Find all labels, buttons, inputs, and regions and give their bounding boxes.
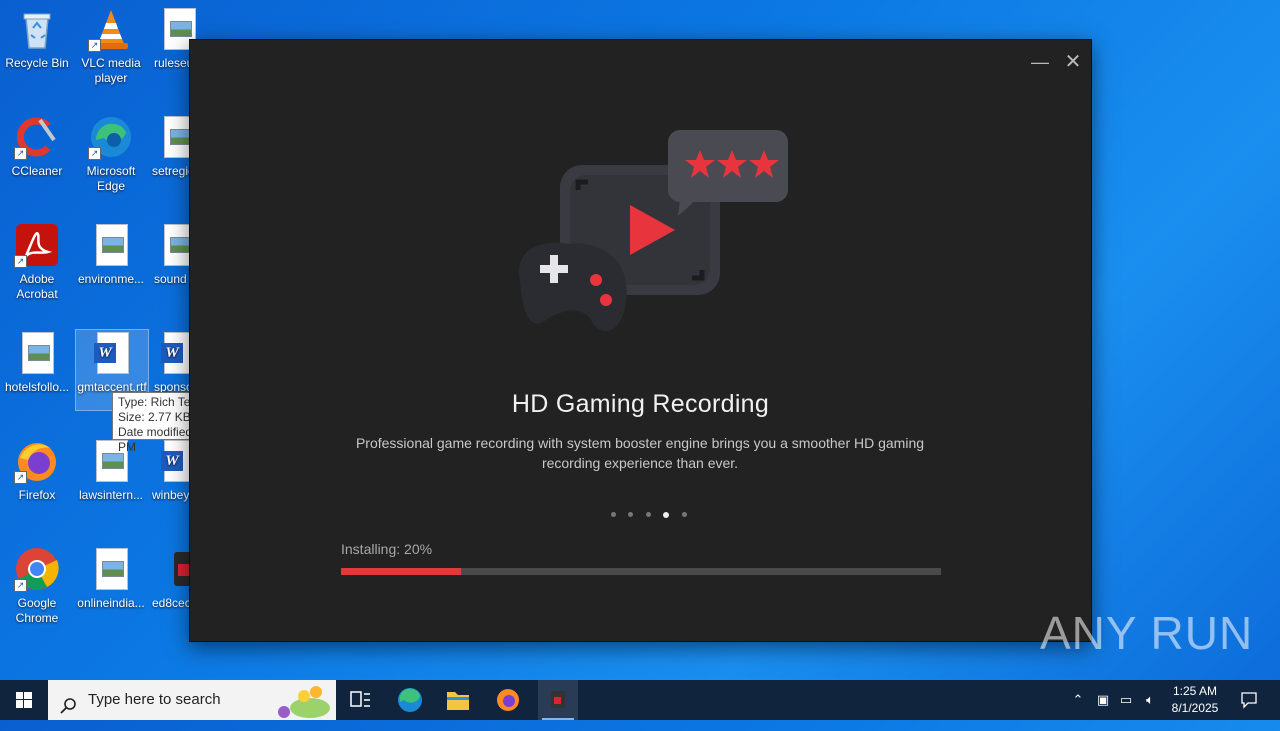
volume-icon[interactable]: 🔈︎: [1142, 692, 1158, 708]
icon-label: Google Chrome: [15, 596, 59, 625]
gaming-illustration: [510, 120, 790, 350]
desktop-icon-edge[interactable]: ↗ Microsoft Edge: [75, 114, 147, 194]
desktop-icon-vlc[interactable]: ↗ VLC media player: [75, 6, 147, 86]
shortcut-arrow-icon: ↗: [14, 147, 27, 160]
desktop-icon-acrobat[interactable]: ↗ Adobe Acrobat: [1, 222, 73, 302]
icon-label: hotelsfollo...: [4, 380, 70, 394]
shortcut-arrow-icon: ↗: [14, 471, 27, 484]
progress-bar-fill: [341, 568, 461, 575]
icon-label: ruleseu: [154, 56, 194, 70]
taskbar-file-explorer[interactable]: [434, 680, 482, 720]
windows-logo-icon: [16, 692, 32, 708]
feature-description: Professional game recording with system …: [355, 435, 925, 471]
word-document-icon: W: [89, 330, 135, 376]
search-placeholder: Type here to search: [88, 691, 221, 708]
system-clock[interactable]: 1:25 AM 8/1/2025: [1160, 683, 1230, 717]
network-icon[interactable]: ▭: [1118, 692, 1134, 708]
shortcut-arrow-icon: ↗: [14, 579, 27, 592]
progress-bar: [341, 568, 941, 575]
close-icon[interactable]: ✕: [1063, 52, 1083, 72]
carousel-dot[interactable]: [628, 512, 634, 518]
carousel-dot[interactable]: [645, 512, 651, 518]
device-icon[interactable]: ▣: [1095, 692, 1111, 708]
icon-label: ed8cec: [152, 596, 191, 610]
carousel-dot[interactable]: [681, 512, 687, 518]
shortcut-arrow-icon: ↗: [14, 255, 27, 268]
desktop-icon-chrome[interactable]: ↗ Google Chrome: [1, 546, 73, 626]
firefox-icon: ↗: [14, 438, 60, 484]
folder-icon: [447, 692, 469, 710]
minimize-icon[interactable]: —: [1030, 53, 1050, 71]
ccleaner-icon: ↗: [14, 114, 60, 160]
desktop-icon-firefox[interactable]: ↗ Firefox: [1, 438, 73, 503]
progress-label: Installing: 20%: [341, 541, 433, 557]
icon-label: Microsoft Edge: [86, 164, 136, 193]
notification-icon[interactable]: [1240, 691, 1258, 709]
anyrun-watermark: ANY RUN: [1040, 607, 1254, 659]
clock-date: 8/1/2025: [1171, 701, 1219, 715]
chevron-up-icon[interactable]: ⌃: [1070, 692, 1086, 708]
desktop-icon-hotelsfollo[interactable]: hotelsfollo...: [1, 330, 73, 395]
taskbar-search[interactable]: Type here to search: [48, 680, 336, 720]
document-icon: [14, 330, 60, 376]
adobe-acrobat-icon: ↗: [14, 222, 60, 268]
start-button[interactable]: [0, 680, 48, 720]
taskbar-firefox[interactable]: [484, 680, 532, 720]
carousel-dots: [611, 506, 695, 518]
desktop-icon-ccleaner[interactable]: ↗ CCleaner: [1, 114, 73, 179]
task-view-icon: [350, 691, 370, 707]
gaming-recorder-icon: [551, 691, 565, 708]
carousel-dot[interactable]: [611, 512, 616, 518]
icon-label: lawsintern...: [78, 488, 144, 502]
chrome-icon: ↗: [14, 546, 60, 592]
desktop-icon-onlineindia[interactable]: onlineindia...: [75, 546, 147, 611]
firefox-icon: [497, 689, 519, 711]
taskbar-installer-app[interactable]: [538, 680, 578, 720]
desktop-icon-recycle-bin[interactable]: Recycle Bin: [1, 6, 73, 71]
icon-label: winbey: [152, 488, 190, 502]
icon-label: Adobe Acrobat: [16, 272, 58, 301]
vlc-cone-icon: ↗: [88, 6, 134, 52]
carousel-dot-active[interactable]: [663, 511, 670, 518]
search-icon: [60, 691, 78, 731]
feature-title: HD Gaming Recording: [511, 390, 770, 418]
document-icon: [88, 222, 134, 268]
icon-label: sound: [154, 272, 187, 286]
shortcut-arrow-icon: ↗: [88, 39, 101, 52]
taskbar: Type here to search ⌃ ▣ ▭ 🔈︎ 1:25 AM 8/1…: [0, 680, 1280, 720]
icon-label: VLC media player: [81, 56, 141, 85]
icon-label: environme...: [77, 272, 145, 286]
shortcut-arrow-icon: ↗: [88, 147, 101, 160]
installer-window: — ✕ HD Gaming Recording Professional gam…: [189, 39, 1092, 642]
task-view-button[interactable]: [336, 680, 384, 720]
search-highlight-flowers-icon: [278, 686, 330, 718]
edge-icon: [398, 688, 422, 712]
desktop-icon-environme[interactable]: environme...: [75, 222, 147, 287]
clock-time: 1:25 AM: [1172, 684, 1218, 698]
taskbar-edge[interactable]: [386, 680, 434, 720]
edge-icon: ↗: [88, 114, 134, 160]
icon-label: CCleaner: [11, 164, 63, 178]
document-icon: [88, 546, 134, 592]
icon-label: Recycle Bin: [5, 56, 69, 70]
icon-label: Firefox: [18, 488, 56, 502]
icon-label: onlineindia...: [77, 596, 145, 610]
recycle-bin-icon: [14, 6, 60, 52]
